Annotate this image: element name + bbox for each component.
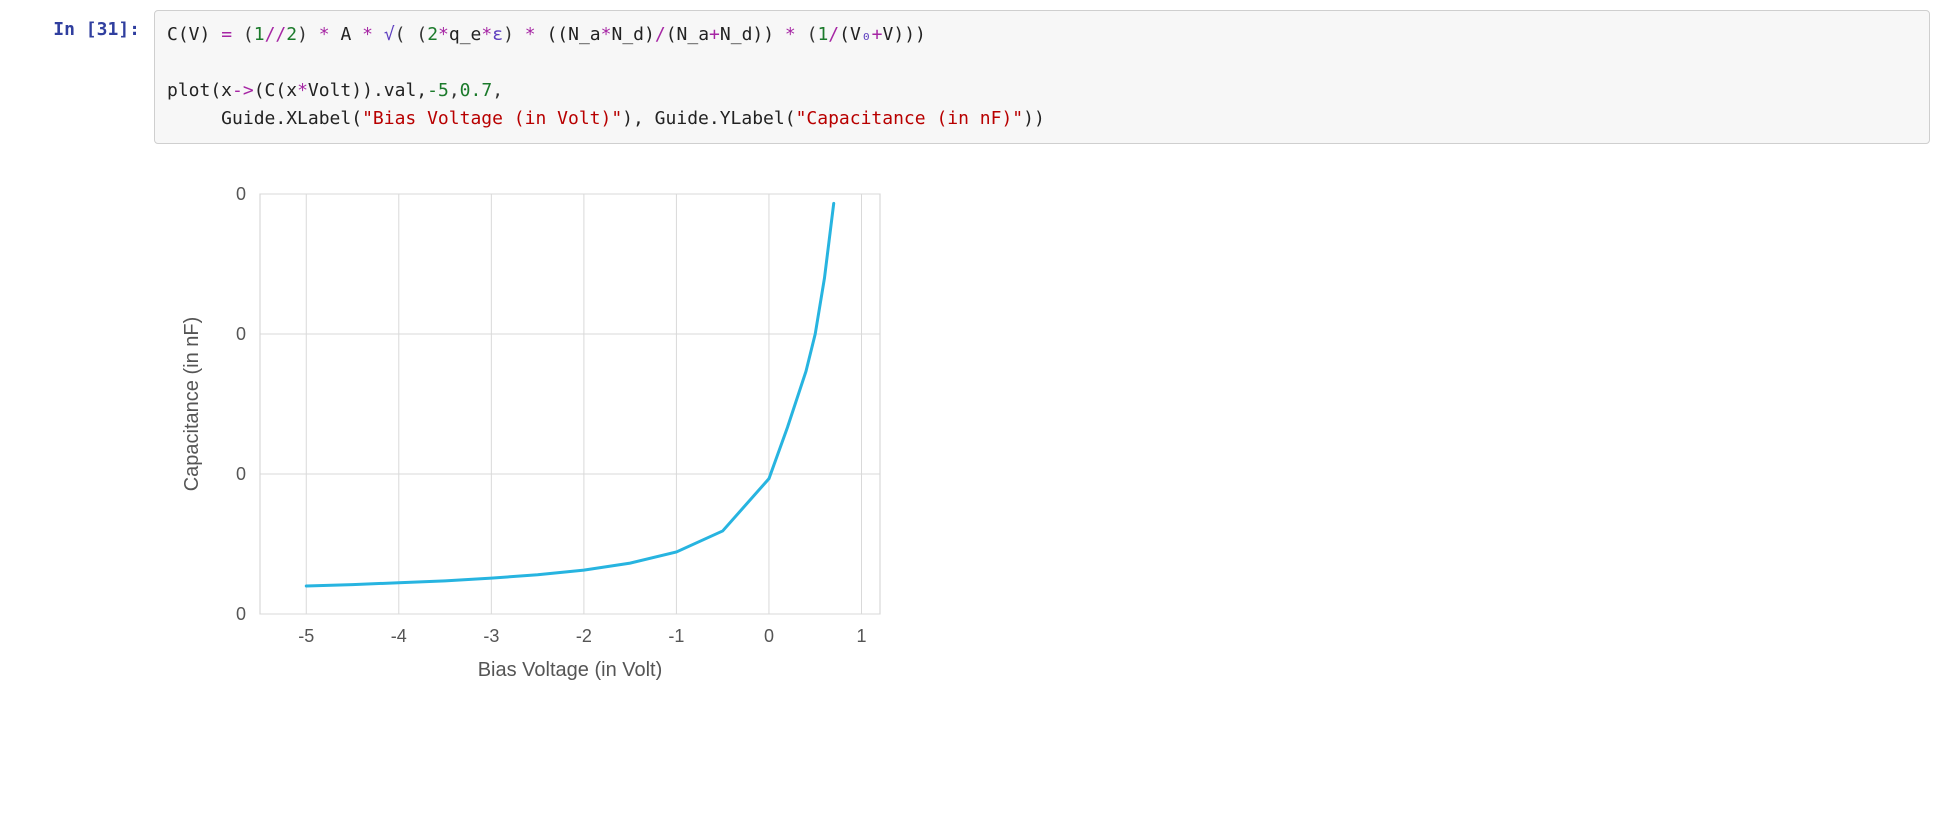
capacitance-chart: -5 -4 -3 -2 -1 0 1 0 0 0 0 Bias Voltage (in Volt) Ca… — [160, 174, 920, 694]
svg-text:Bias Voltage (in Volt): Bias Voltage (in Volt) — [478, 659, 663, 681]
svg-text:1: 1 — [856, 626, 866, 646]
svg-text:-1: -1 — [668, 626, 684, 646]
svg-text:-2: -2 — [576, 626, 592, 646]
plot-output: -5 -4 -3 -2 -1 0 1 0 0 0 0 Bias Voltage (in Volt) Ca… — [160, 174, 1950, 699]
code-input-area[interactable]: C(V) = (1//2) * A * √( (2*q_e*ε) * ((N_a… — [154, 10, 1930, 144]
notebook-cell: In [31]: C(V) = (1//2) * A * √( (2*q_e*ε… — [0, 0, 1950, 144]
svg-text:-5: -5 — [298, 626, 314, 646]
code-content: C(V) = (1//2) * A * √( (2*q_e*ε) * ((N_a… — [167, 21, 1917, 133]
svg-text:0: 0 — [236, 324, 246, 344]
svg-text:0: 0 — [236, 604, 246, 624]
svg-text:0: 0 — [764, 626, 774, 646]
svg-text:-4: -4 — [391, 626, 407, 646]
svg-text:0: 0 — [236, 184, 246, 204]
svg-text:Capacitance (in nF): Capacitance (in nF) — [181, 316, 203, 491]
svg-text:-3: -3 — [483, 626, 499, 646]
svg-text:0: 0 — [236, 464, 246, 484]
input-prompt: In [31]: — [20, 10, 154, 40]
